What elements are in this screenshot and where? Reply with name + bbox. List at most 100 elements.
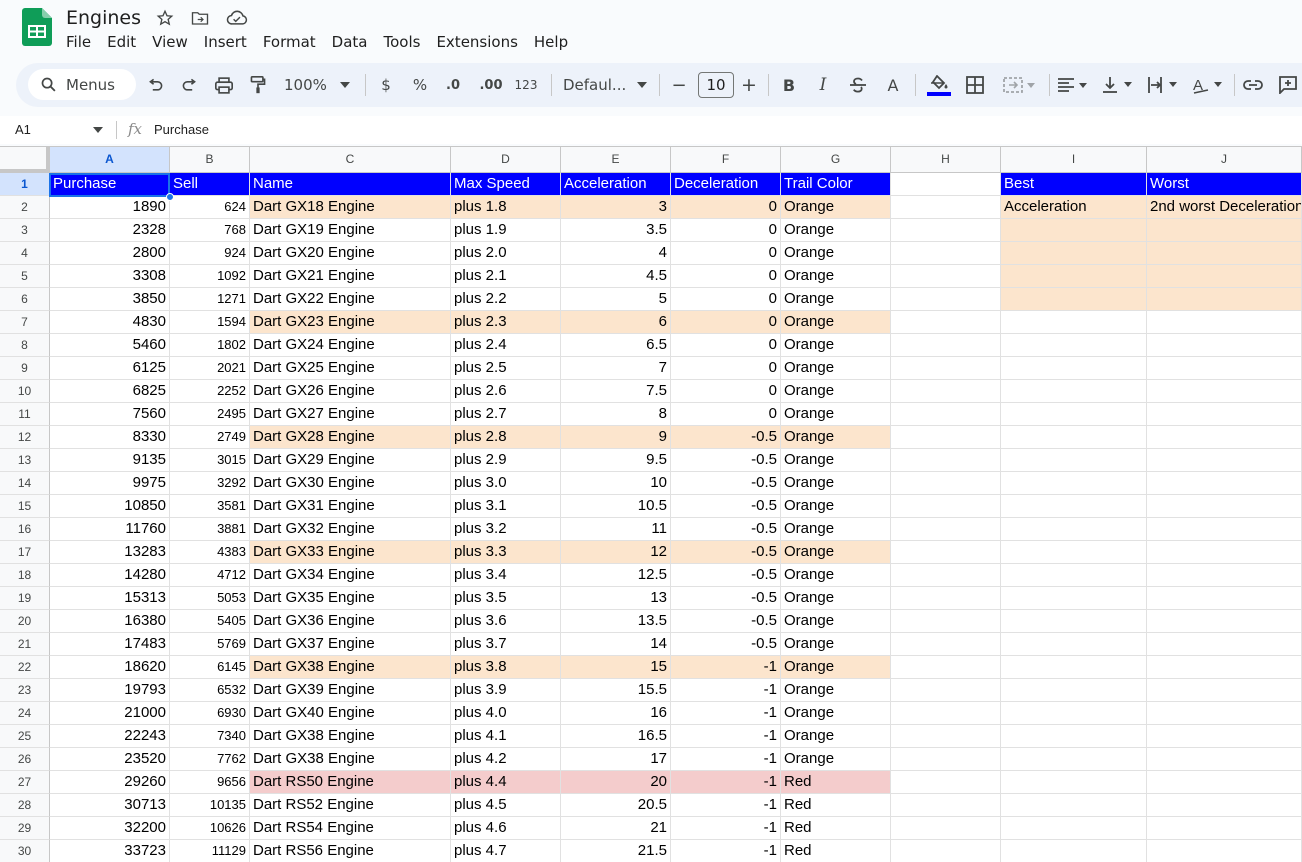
cell-j[interactable] — [1147, 564, 1302, 587]
cell-h[interactable] — [891, 380, 1001, 403]
cell-g[interactable]: Red — [781, 794, 891, 817]
cell-j[interactable] — [1147, 495, 1302, 518]
row-header[interactable]: 22 — [0, 656, 50, 679]
cell-g[interactable]: Orange — [781, 196, 891, 219]
cell-e[interactable]: 14 — [561, 633, 671, 656]
cell-c[interactable]: Dart GX22 Engine — [250, 288, 451, 311]
cell-i[interactable] — [1001, 357, 1147, 380]
cell-h[interactable] — [891, 173, 1001, 196]
cell-j[interactable] — [1147, 311, 1302, 334]
cell-c[interactable]: Dart GX29 Engine — [250, 449, 451, 472]
cell-b[interactable]: 7340 — [170, 725, 250, 748]
cell-a[interactable]: 7560 — [50, 403, 170, 426]
cell-g[interactable]: Orange — [781, 449, 891, 472]
cell-d[interactable]: plus 2.4 — [451, 334, 561, 357]
cell-a[interactable]: 11760 — [50, 518, 170, 541]
cell-i[interactable] — [1001, 656, 1147, 679]
cell-g[interactable]: Trail Color — [781, 173, 891, 196]
cell-c[interactable]: Dart GX25 Engine — [250, 357, 451, 380]
row-header[interactable]: 21 — [0, 633, 50, 656]
menu-view[interactable]: View — [144, 31, 196, 53]
cell-d[interactable]: plus 4.0 — [451, 702, 561, 725]
row-header[interactable]: 16 — [0, 518, 50, 541]
cell-j[interactable] — [1147, 380, 1302, 403]
cell-d[interactable]: plus 3.2 — [451, 518, 561, 541]
text-rotation-icon[interactable]: A — [1191, 73, 1225, 97]
cell-e[interactable]: 15 — [561, 656, 671, 679]
currency-format-button[interactable]: $ — [378, 73, 394, 97]
cell-b[interactable]: 4712 — [170, 564, 250, 587]
cell-c[interactable]: Dart GX23 Engine — [250, 311, 451, 334]
cell-g[interactable]: Orange — [781, 702, 891, 725]
cell-d[interactable]: plus 4.5 — [451, 794, 561, 817]
cell-i[interactable] — [1001, 380, 1147, 403]
cell-a[interactable]: 19793 — [50, 679, 170, 702]
cell-d[interactable]: plus 3.6 — [451, 610, 561, 633]
cell-j[interactable] — [1147, 679, 1302, 702]
row-header[interactable]: 30 — [0, 840, 50, 862]
merge-cells-icon[interactable] — [1001, 73, 1039, 97]
cell-d[interactable]: plus 4.7 — [451, 840, 561, 862]
row-header[interactable]: 15 — [0, 495, 50, 518]
cell-h[interactable] — [891, 196, 1001, 219]
cell-j[interactable] — [1147, 219, 1302, 242]
cell-e[interactable]: 4 — [561, 242, 671, 265]
cell-e[interactable]: 13.5 — [561, 610, 671, 633]
cell-d[interactable]: plus 2.2 — [451, 288, 561, 311]
cell-h[interactable] — [891, 449, 1001, 472]
column-header-f[interactable]: F — [671, 147, 781, 173]
cell-f[interactable]: 0 — [671, 311, 781, 334]
cell-b[interactable]: 2749 — [170, 426, 250, 449]
cell-i[interactable] — [1001, 794, 1147, 817]
cell-c[interactable]: Dart GX21 Engine — [250, 265, 451, 288]
cell-d[interactable]: plus 2.6 — [451, 380, 561, 403]
cell-c[interactable]: Dart GX39 Engine — [250, 679, 451, 702]
cell-b[interactable]: 6145 — [170, 656, 250, 679]
cell-c[interactable]: Dart GX33 Engine — [250, 541, 451, 564]
cell-f[interactable]: 0 — [671, 334, 781, 357]
cell-e[interactable]: 10 — [561, 472, 671, 495]
font-family-select[interactable]: Defaul... — [563, 73, 633, 97]
cell-f[interactable]: 0 — [671, 380, 781, 403]
cell-j[interactable] — [1147, 357, 1302, 380]
column-header-h[interactable]: H — [891, 147, 1001, 173]
cell-h[interactable] — [891, 265, 1001, 288]
cell-b[interactable]: 4383 — [170, 541, 250, 564]
cell-j[interactable] — [1147, 541, 1302, 564]
cell-c[interactable]: Dart GX34 Engine — [250, 564, 451, 587]
cell-f[interactable]: 0 — [671, 403, 781, 426]
row-header[interactable]: 17 — [0, 541, 50, 564]
cell-a[interactable]: 22243 — [50, 725, 170, 748]
cell-a[interactable]: 3308 — [50, 265, 170, 288]
cell-d[interactable]: plus 3.4 — [451, 564, 561, 587]
cell-a[interactable]: 10850 — [50, 495, 170, 518]
cell-f[interactable]: -1 — [671, 817, 781, 840]
row-header[interactable]: 10 — [0, 380, 50, 403]
cell-b[interactable]: 3015 — [170, 449, 250, 472]
cell-e[interactable]: 21 — [561, 817, 671, 840]
column-header-i[interactable]: I — [1001, 147, 1147, 173]
cell-e[interactable]: 11 — [561, 518, 671, 541]
cell-e[interactable]: 9 — [561, 426, 671, 449]
cell-j[interactable] — [1147, 656, 1302, 679]
row-header[interactable]: 23 — [0, 679, 50, 702]
cell-j[interactable] — [1147, 702, 1302, 725]
cell-d[interactable]: plus 3.7 — [451, 633, 561, 656]
cell-h[interactable] — [891, 725, 1001, 748]
cell-b[interactable]: 5769 — [170, 633, 250, 656]
row-header[interactable]: 14 — [0, 472, 50, 495]
cell-e[interactable]: 10.5 — [561, 495, 671, 518]
cell-d[interactable]: plus 4.2 — [451, 748, 561, 771]
cell-j[interactable] — [1147, 840, 1302, 862]
font-size-input[interactable]: 10 — [698, 72, 734, 98]
cell-f[interactable]: 0 — [671, 242, 781, 265]
cell-g[interactable]: Red — [781, 840, 891, 862]
column-header-c[interactable]: C — [250, 147, 451, 173]
fill-handle[interactable] — [166, 193, 174, 201]
cell-h[interactable] — [891, 334, 1001, 357]
cell-c[interactable]: Dart GX36 Engine — [250, 610, 451, 633]
menu-insert[interactable]: Insert — [196, 31, 255, 53]
cell-j[interactable]: 2nd worst Deceleration — [1147, 196, 1302, 219]
cell-j[interactable] — [1147, 242, 1302, 265]
cell-c[interactable]: Dart GX18 Engine — [250, 196, 451, 219]
